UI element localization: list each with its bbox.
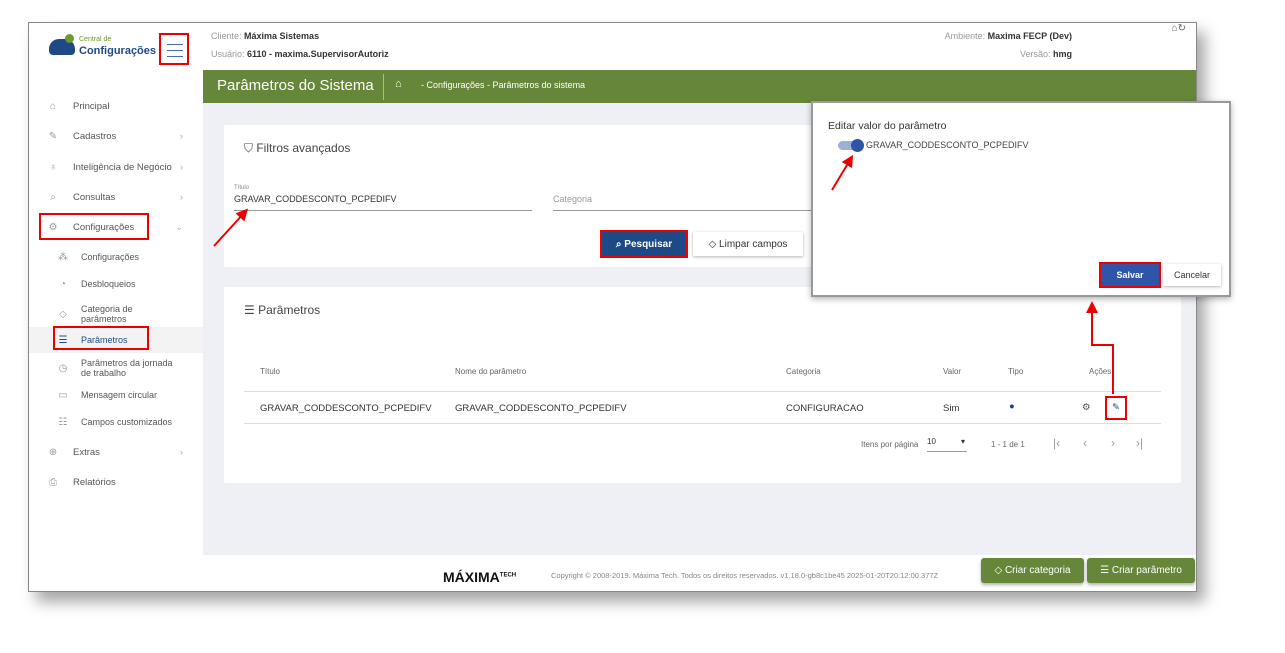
annotation-arrows bbox=[213, 154, 1114, 394]
